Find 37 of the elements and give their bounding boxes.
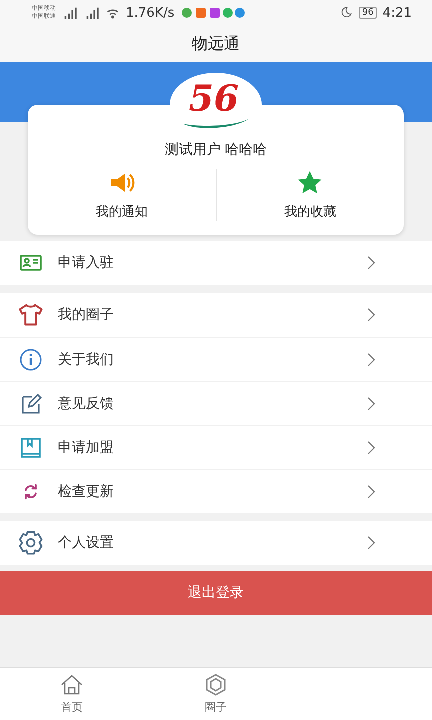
menu-row[interactable]: 申请加盟	[0, 425, 432, 469]
book-icon	[19, 436, 43, 460]
page-title: 物远通	[192, 34, 240, 54]
app-icons-drawing	[180, 6, 247, 20]
profile-action-button[interactable]: 我的收藏	[216, 169, 404, 221]
menu-row[interactable]: 检查更新	[0, 469, 432, 513]
moon-icon	[339, 6, 354, 20]
menu-label: 申请入驻	[58, 254, 115, 272]
menu-label: 关于我们	[58, 350, 115, 368]
wifi-icon	[106, 7, 120, 19]
menu-row[interactable]: 关于我们	[0, 337, 432, 381]
menu-label: 我的圈子	[58, 306, 115, 324]
logo-number: 56	[188, 80, 240, 118]
menu-row[interactable]: 个人设置	[0, 521, 432, 565]
logout-button[interactable]: 退出登录	[0, 571, 432, 615]
menu-label: 个人设置	[58, 534, 115, 552]
user-name: 测试用户 哈哈哈	[164, 141, 268, 159]
battery-level: 96	[359, 7, 377, 19]
network-speed: 1.76K/s	[126, 6, 175, 20]
home-icon	[60, 673, 84, 697]
tab-item[interactable]: 圈子	[144, 668, 288, 720]
menu-row[interactable]: 意见反馈	[0, 381, 432, 425]
signal-icon	[84, 7, 100, 19]
swoosh-icon	[181, 118, 251, 130]
menu-row[interactable]: 我的圈子	[0, 293, 432, 337]
menu-label: 申请加盟	[58, 438, 115, 456]
tab-item[interactable]: 首页	[0, 668, 144, 720]
gear-icon	[18, 529, 44, 557]
info-icon	[19, 348, 43, 372]
hexagon-icon	[204, 673, 228, 697]
signal-icon	[62, 7, 78, 19]
menu-label: 检查更新	[58, 482, 115, 500]
clock-time: 4:21	[382, 6, 412, 20]
menu-row[interactable]: 申请入驻	[0, 241, 432, 285]
profile-action-button[interactable]: 我的通知	[28, 169, 216, 221]
menu-label: 意见反馈	[58, 394, 115, 412]
edit-icon	[19, 392, 43, 416]
